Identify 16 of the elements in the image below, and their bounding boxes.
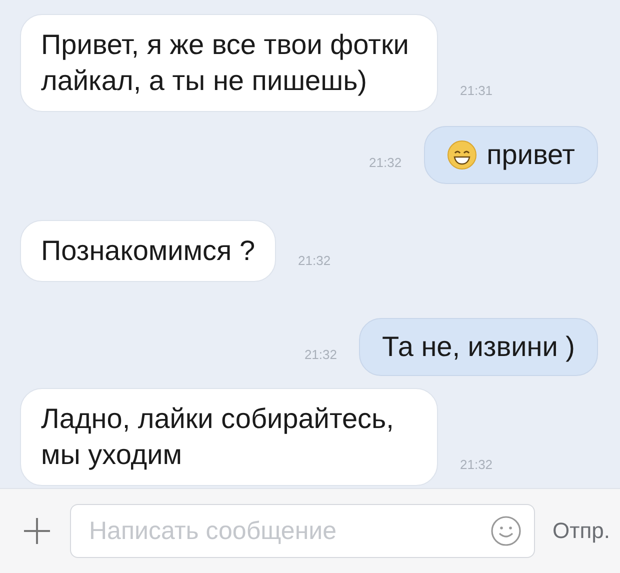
smiley-icon[interactable] (490, 515, 522, 547)
message-time: 21:32 (460, 457, 493, 474)
message-text: Познакомимся ? (41, 234, 256, 268)
message-time: 21:32 (304, 347, 337, 364)
message-input-field[interactable]: Написать сообщение (87, 516, 490, 546)
message-time: 21:31 (460, 83, 493, 100)
message-field[interactable]: Написать сообщение (70, 504, 535, 558)
message-text: Та не, извини ) (382, 330, 575, 364)
plus-icon[interactable] (22, 516, 52, 546)
message-time: 21:32 (369, 155, 402, 172)
message-text: Ладно, лайки собирайтесь, мы уходим (41, 402, 395, 472)
message-text: привет (486, 138, 575, 172)
message-time: 21:32 (298, 253, 331, 270)
send-button[interactable]: Отпр. (552, 518, 610, 544)
message-text: Привет, я же все твои фотки лайкал, а ты не пишешь) (41, 28, 410, 98)
smiling-face-icon (446, 140, 477, 170)
